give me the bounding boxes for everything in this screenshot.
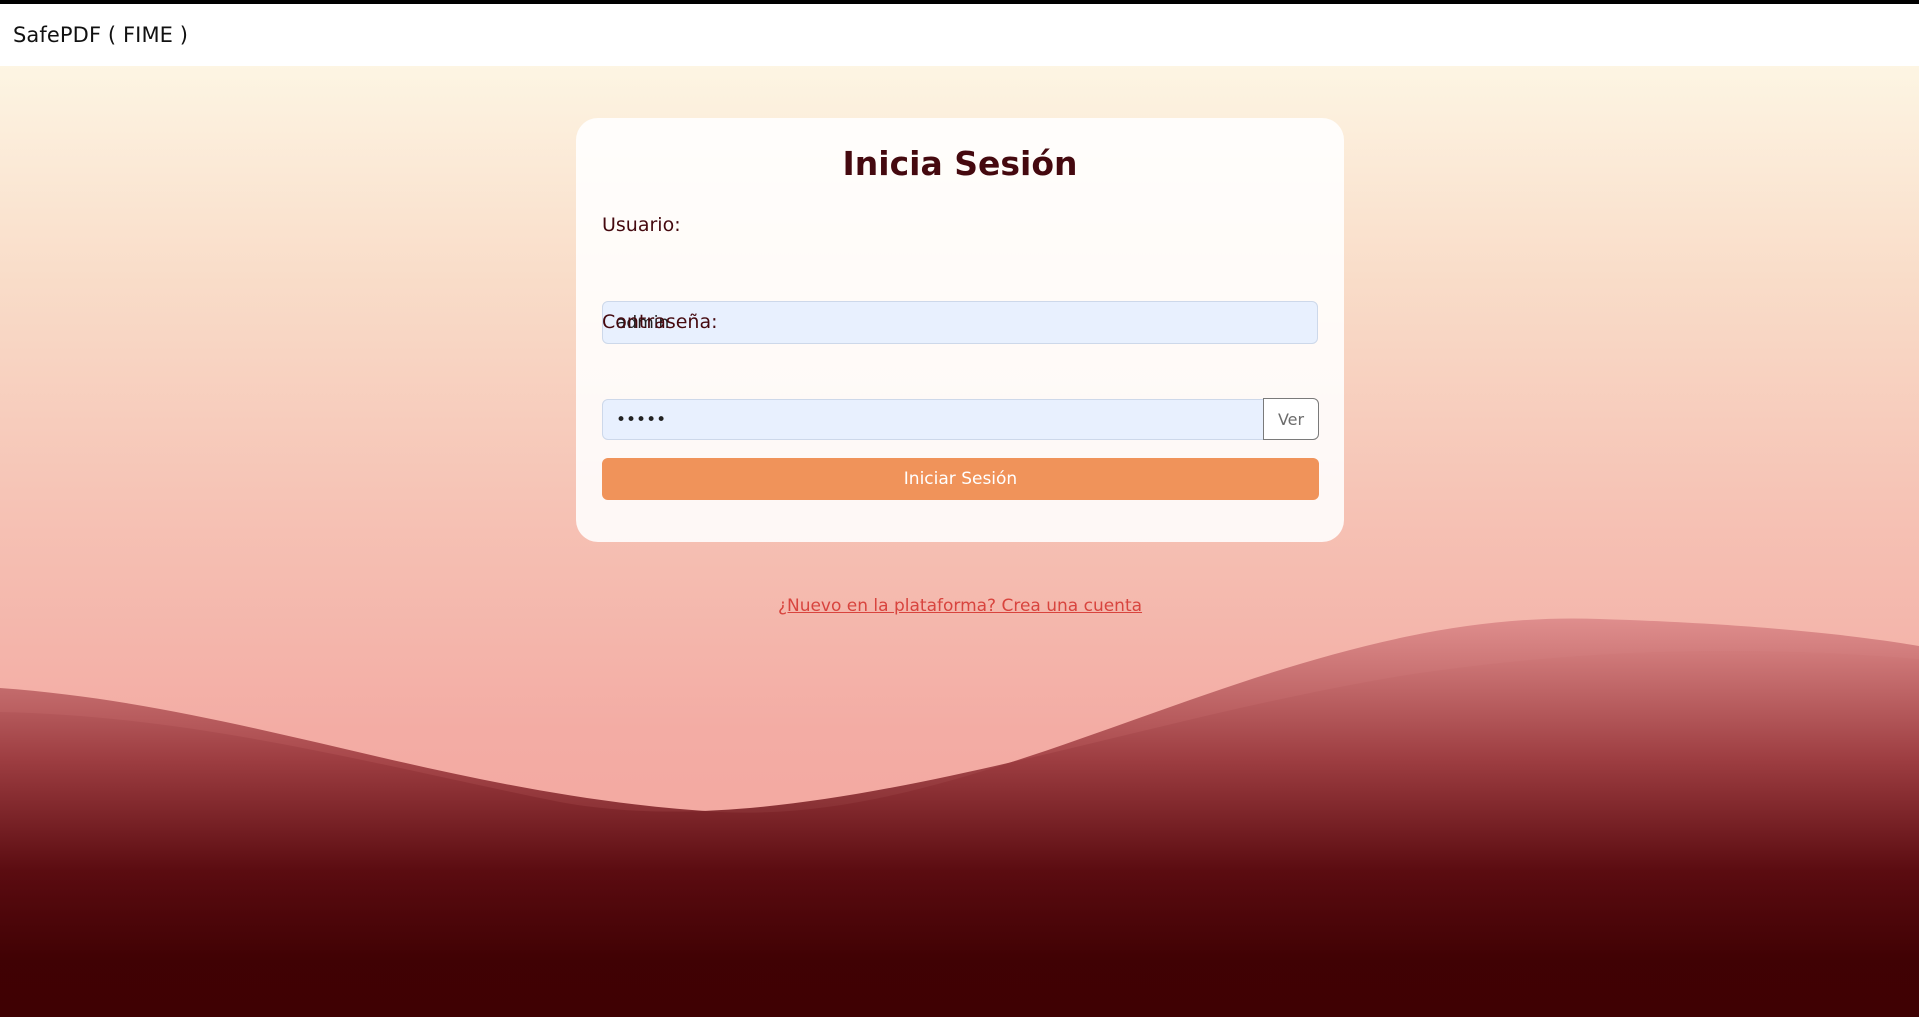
show-password-button[interactable]: Ver bbox=[1263, 398, 1319, 440]
front-wave bbox=[0, 650, 1919, 1017]
username-label: Usuario: bbox=[602, 214, 681, 236]
login-title: Inicia Sesión bbox=[842, 144, 1078, 183]
password-label: Contraseña: bbox=[602, 311, 718, 333]
navbar: SafePDF ( FIME ) bbox=[0, 4, 1919, 66]
login-button[interactable]: Iniciar Sesión bbox=[602, 458, 1319, 500]
signup-link[interactable]: ¿Nuevo en la plataforma? Crea una cuenta bbox=[576, 596, 1344, 616]
login-card: Inicia Sesión Usuario: Contraseña: Ver I… bbox=[576, 118, 1344, 616]
background-scene: Inicia Sesión Usuario: Contraseña: Ver I… bbox=[0, 66, 1919, 1017]
brand-title[interactable]: SafePDF ( FIME ) bbox=[13, 23, 188, 47]
password-input[interactable] bbox=[602, 399, 1264, 440]
